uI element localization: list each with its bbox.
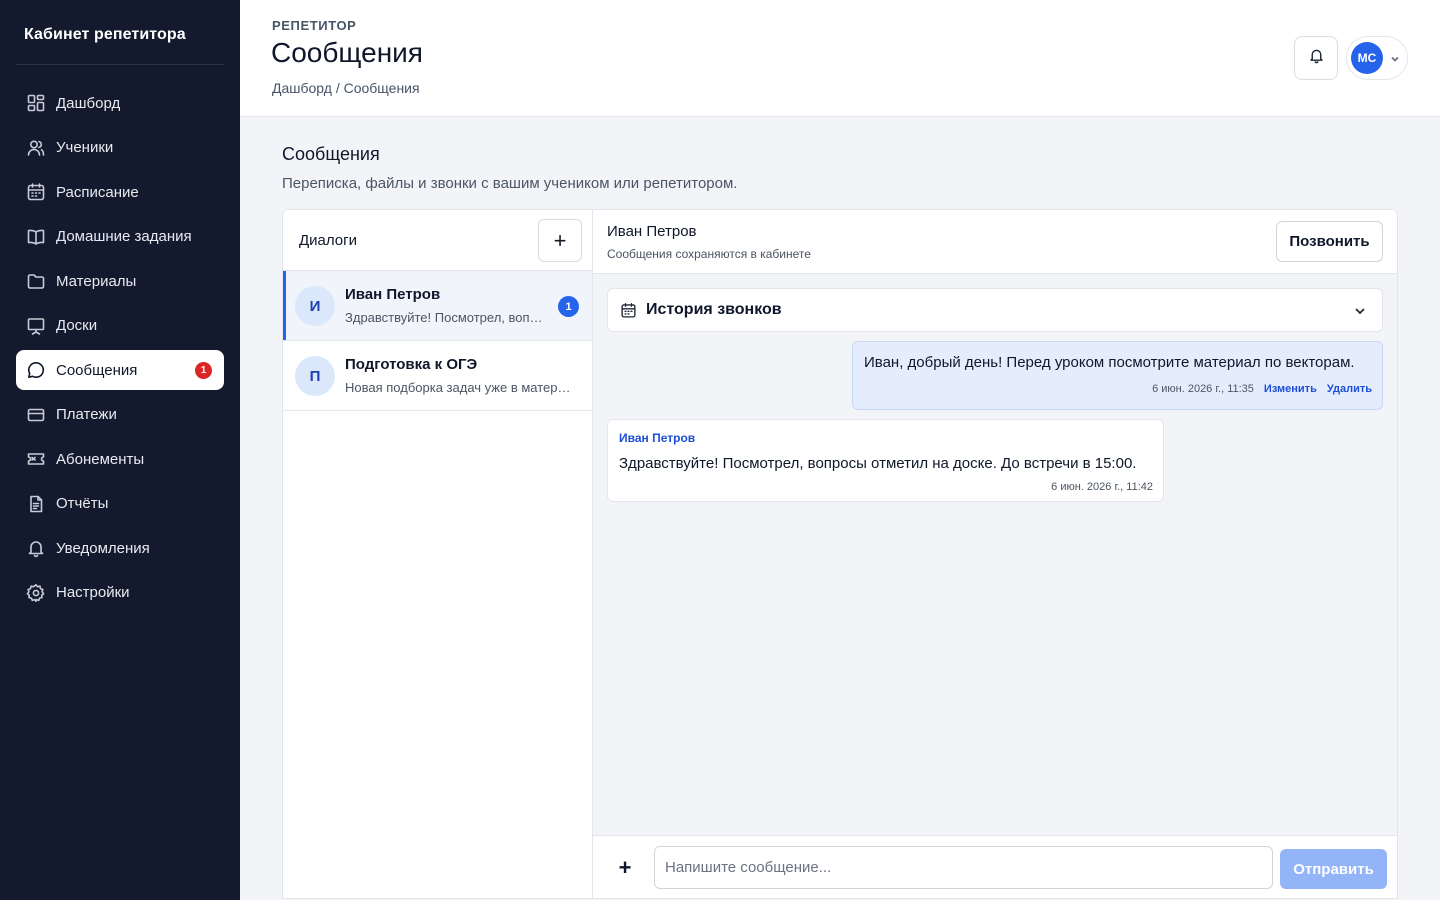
dialog-name: Подготовка к ОГЭ bbox=[345, 356, 478, 373]
card-icon bbox=[26, 405, 46, 425]
unread-badge: 1 bbox=[558, 296, 579, 317]
edit-message-button[interactable]: Изменить bbox=[1264, 383, 1317, 395]
sidebar: Кабинет репетитора Дашборд Ученики Распи… bbox=[0, 0, 240, 900]
sidebar-item-label: Расписание bbox=[56, 183, 139, 201]
chat-contact-name: Иван Петров bbox=[607, 223, 697, 240]
sidebar-item-label: Домашние задания bbox=[56, 228, 192, 245]
sidebar-item-settings[interactable]: Настройки bbox=[16, 573, 224, 613]
sidebar-item-reports[interactable]: Отчёты bbox=[16, 484, 224, 524]
dialog-name: Иван Петров bbox=[345, 286, 441, 303]
chat-note: Сообщения сохраняются в кабинете bbox=[607, 247, 811, 261]
section-subtitle: Переписка, файлы и звонки с вашим ученик… bbox=[282, 175, 738, 192]
call-history-label: История звонков bbox=[646, 301, 782, 318]
avatar: МС bbox=[1351, 42, 1383, 74]
sidebar-item-label: Сообщения bbox=[56, 361, 138, 379]
brand-title: Кабинет репетитора bbox=[24, 26, 186, 43]
message-time: 6 июн. 2026 г., 11:42 bbox=[1051, 481, 1153, 493]
calendar-icon bbox=[26, 182, 46, 202]
dialog-item[interactable]: И Иван Петров Здравствуйте! Посмотрел, в… bbox=[283, 271, 592, 341]
messages-panel: Диалоги + И Иван Петров Здравствуйте! По… bbox=[282, 209, 1398, 899]
sidebar-item-label: Доски bbox=[56, 317, 98, 334]
dialogs-header: Диалоги + bbox=[283, 210, 592, 271]
ticket-icon bbox=[26, 449, 46, 469]
report-icon bbox=[26, 494, 46, 514]
call-button[interactable]: Позвонить bbox=[1276, 221, 1383, 262]
breadcrumb[interactable]: Дашборд / Сообщения bbox=[272, 80, 420, 96]
sidebar-item-label: Настройки bbox=[56, 584, 130, 601]
sidebar-divider bbox=[16, 64, 224, 65]
message-input[interactable] bbox=[654, 846, 1273, 889]
dashboard-icon bbox=[26, 93, 46, 113]
folder-icon bbox=[26, 271, 46, 291]
unread-badge: 1 bbox=[195, 362, 212, 379]
user-menu-button[interactable]: МС bbox=[1346, 36, 1408, 80]
avatar: И bbox=[295, 286, 335, 326]
sidebar-item-notifications[interactable]: Уведомления bbox=[16, 528, 224, 568]
dialogs-list: Диалоги + И Иван Петров Здравствуйте! По… bbox=[283, 210, 593, 898]
message-meta: 6 июн. 2026 г., 11:35 Изменить Удалить bbox=[1152, 383, 1372, 395]
delete-message-button[interactable]: Удалить bbox=[1327, 383, 1372, 395]
page-header: РЕПЕТИТОР Сообщения Дашборд / Сообщения … bbox=[240, 0, 1440, 117]
chevron-down-icon bbox=[1389, 52, 1401, 64]
sidebar-item-label: Материалы bbox=[56, 272, 137, 290]
sidebar-item-payments[interactable]: Платежи bbox=[16, 395, 224, 435]
sidebar-item-label: Дашборд bbox=[56, 94, 121, 112]
section-title: Сообщения bbox=[282, 144, 380, 164]
gear-icon bbox=[26, 583, 46, 603]
message-time: 6 июн. 2026 г., 11:35 bbox=[1152, 383, 1254, 395]
book-icon bbox=[26, 227, 46, 247]
sidebar-item-boards[interactable]: Доски bbox=[16, 306, 224, 346]
sidebar-item-dashboard[interactable]: Дашборд bbox=[16, 83, 224, 123]
message-text: Иван, добрый день! Перед уроком посмотри… bbox=[864, 354, 1355, 371]
dialog-preview: Здравствуйте! Посмотрел, вопросы отметил… bbox=[345, 310, 545, 325]
incoming-message: Иван Петров Здравствуйте! Посмотрел, воп… bbox=[607, 419, 1164, 502]
sidebar-item-students[interactable]: Ученики bbox=[16, 128, 224, 168]
sidebar-nav: Дашборд Ученики Расписание Домашние зада… bbox=[16, 83, 224, 617]
role-label: РЕПЕТИТОР bbox=[272, 18, 357, 33]
sidebar-item-label: Ученики bbox=[56, 139, 114, 156]
users-icon bbox=[26, 138, 46, 158]
page-title: Сообщения bbox=[271, 37, 423, 68]
board-icon bbox=[26, 316, 46, 336]
send-button[interactable]: Отправить bbox=[1280, 849, 1387, 889]
sidebar-item-label: Уведомления bbox=[56, 539, 150, 557]
chevron-down-icon bbox=[1353, 304, 1367, 318]
message-composer: + Отправить bbox=[593, 835, 1397, 898]
sidebar-item-messages[interactable]: Сообщения 1 bbox=[16, 350, 224, 390]
sidebar-item-materials[interactable]: Материалы bbox=[16, 261, 224, 301]
dialogs-title: Диалоги bbox=[299, 232, 357, 249]
sidebar-item-label: Отчёты bbox=[56, 495, 109, 512]
dialog-preview: Новая подборка задач уже в материалах bbox=[345, 380, 573, 395]
new-dialog-button[interactable]: + bbox=[538, 219, 582, 262]
message-text: Здравствуйте! Посмотрел, вопросы отметил… bbox=[619, 455, 1137, 472]
chat-area: Иван Петров Сообщения сохраняются в каби… bbox=[593, 210, 1397, 898]
bell-icon bbox=[26, 538, 46, 558]
bell-icon bbox=[1308, 47, 1325, 69]
message-author: Иван Петров bbox=[619, 431, 696, 445]
outgoing-message: Иван, добрый день! Перед уроком посмотри… bbox=[852, 341, 1383, 410]
notifications-button[interactable] bbox=[1294, 36, 1338, 80]
attach-button[interactable]: + bbox=[613, 855, 637, 880]
call-history-toggle[interactable]: История звонков bbox=[607, 288, 1383, 332]
sidebar-item-label: Абонементы bbox=[56, 450, 145, 468]
sidebar-item-subscriptions[interactable]: Абонементы bbox=[16, 439, 224, 479]
avatar: П bbox=[295, 356, 335, 396]
sidebar-item-homework[interactable]: Домашние задания bbox=[16, 217, 224, 257]
dialog-item[interactable]: П Подготовка к ОГЭ Новая подборка задач … bbox=[283, 341, 592, 411]
chat-header: Иван Петров Сообщения сохраняются в каби… bbox=[593, 210, 1397, 274]
message-icon bbox=[26, 360, 46, 380]
sidebar-item-schedule[interactable]: Расписание bbox=[16, 172, 224, 212]
sidebar-item-label: Платежи bbox=[56, 406, 117, 423]
calendar-icon bbox=[620, 302, 637, 319]
